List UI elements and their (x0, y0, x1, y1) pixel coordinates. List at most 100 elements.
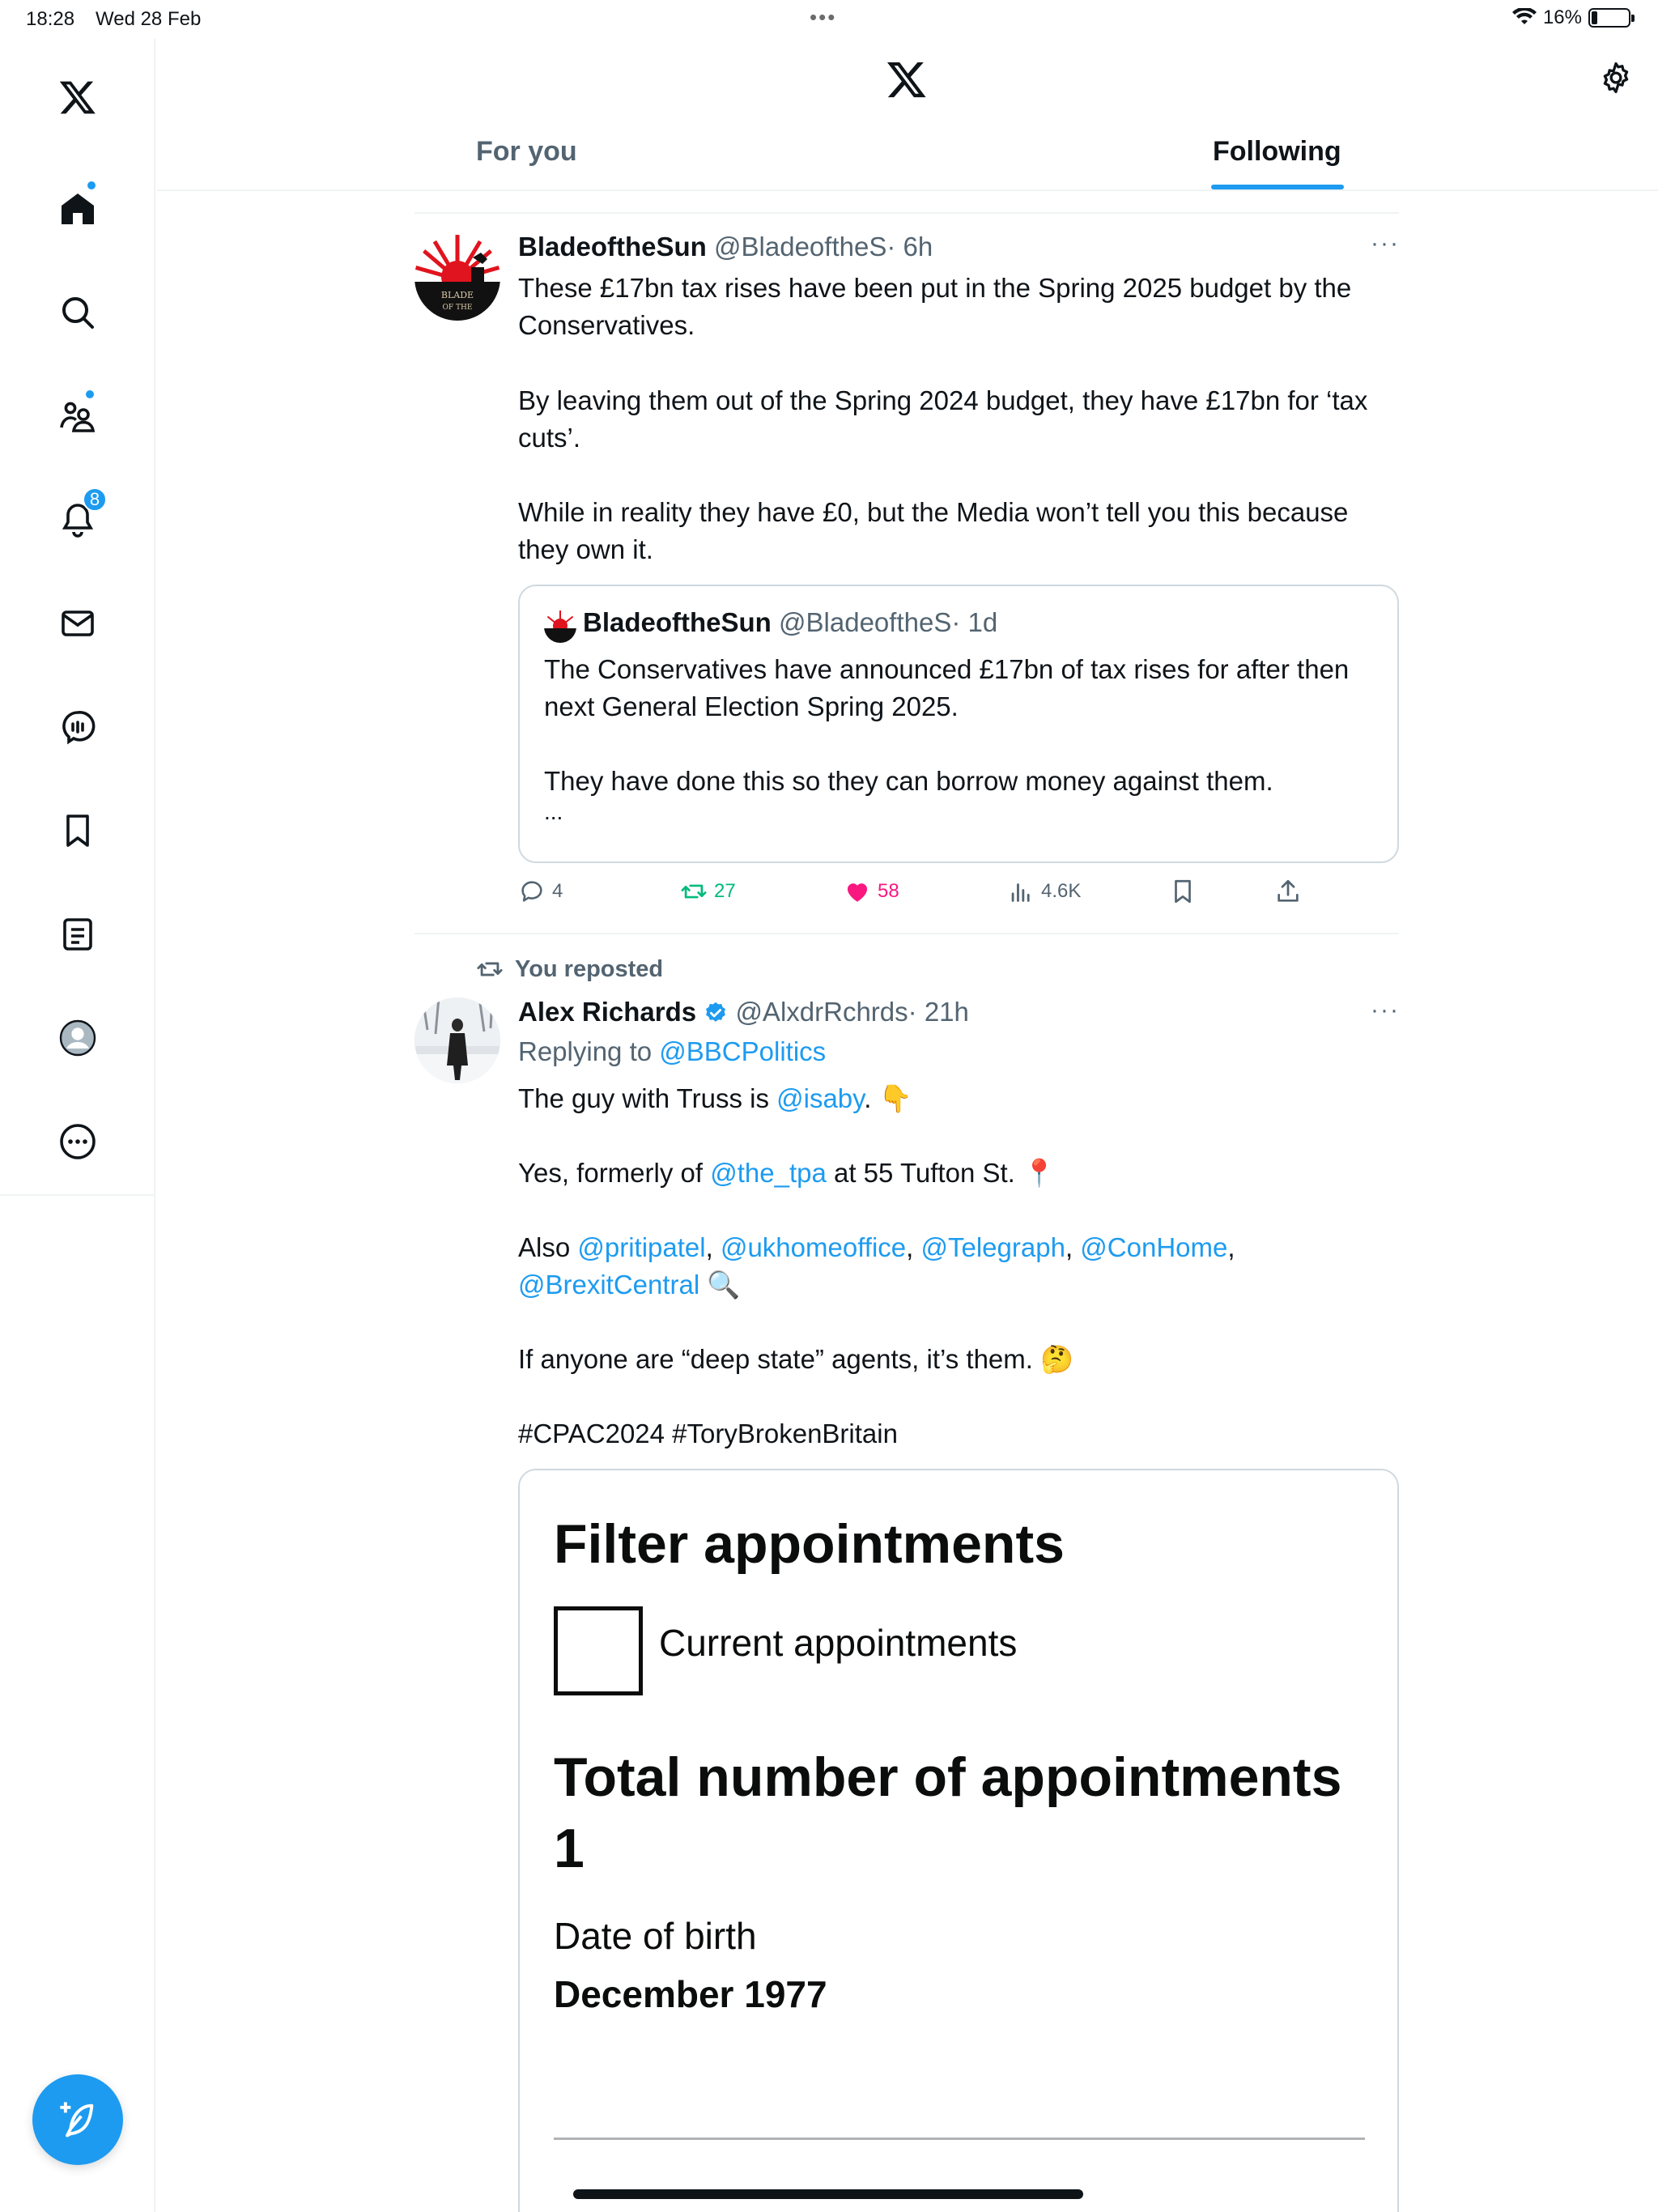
mention-link[interactable]: @Telegraph (920, 1232, 1065, 1262)
author-name[interactable]: BladeoftheSun (518, 232, 707, 262)
mention-link[interactable]: @BrexitCentral (518, 1270, 699, 1300)
home-indicator[interactable] (573, 2189, 1083, 2199)
timeline-header: For you Following (157, 39, 1658, 191)
tweet-text-line: cuts’. (518, 423, 581, 453)
nav-home[interactable] (39, 170, 117, 248)
views-chart-icon (1011, 883, 1030, 902)
like-button[interactable]: 58 (844, 878, 899, 905)
card-total-value: 1 (554, 1818, 585, 1879)
repost-context-icon (477, 962, 503, 976)
like-count: 58 (878, 880, 899, 902)
tweet-header: Alex Richards @AlxdrRchrds· 21h (518, 993, 969, 1031)
compose-button[interactable] (32, 2074, 123, 2165)
battery-fill (1592, 11, 1597, 24)
checkbox (554, 1606, 643, 1695)
repost-button[interactable]: 27 (680, 878, 736, 905)
image-card[interactable]: Filter appointments Current appointments… (518, 1469, 1399, 2212)
mention-link[interactable]: @the_tpa (710, 1158, 827, 1188)
author-name[interactable]: Alex Richards (518, 997, 696, 1027)
quoted-time: · 1d (951, 607, 998, 637)
communities-unread-dot (84, 389, 96, 400)
text-segment: The guy with Truss is (518, 1083, 777, 1113)
tweet-text-line: Conservatives. (518, 310, 695, 340)
battery-percent: 16% (1542, 6, 1582, 28)
verified-badge-icon (706, 1002, 726, 1022)
nav-spaces[interactable] (39, 688, 117, 766)
tweet-text-line: These £17bn tax rises have been put in t… (518, 273, 1352, 303)
repost-count: 27 (714, 880, 736, 902)
quoted-text-line: The Conservatives have announced £17bn o… (544, 654, 1350, 684)
tweet-text-line: they own it. (518, 534, 653, 564)
lists-icon (63, 918, 92, 951)
search-icon (62, 297, 94, 329)
home-unread-dot (86, 180, 97, 191)
replying-to: Replying to @BBCPolitics (518, 1033, 826, 1070)
mention-link[interactable]: @pritipatel (577, 1232, 705, 1262)
quoted-text-line: They have done this so they can borrow m… (544, 766, 1273, 796)
author-handle[interactable]: @AlxdrRchrds (735, 997, 908, 1027)
card-rule (554, 2138, 1365, 2140)
more-icon (60, 1124, 96, 1159)
nav-more[interactable] (39, 1103, 117, 1180)
reply-icon (521, 881, 542, 902)
share-button[interactable] (1274, 878, 1302, 905)
tweet-text-line: While in reality they have £0, but the M… (518, 497, 1349, 527)
text-segment: 🔍 (699, 1270, 741, 1300)
more-options-icon[interactable]: ··· (1371, 230, 1400, 257)
bookmark-button[interactable] (1169, 878, 1197, 905)
nav-separator (0, 1194, 155, 1196)
nav-search[interactable] (39, 274, 117, 351)
nav-profile[interactable] (39, 999, 117, 1077)
spaces-icon (62, 711, 96, 745)
tweet-time[interactable]: · 21h (908, 997, 969, 1027)
quoted-author-handle: @BladeoftheS (779, 607, 952, 637)
nav-bookmarks[interactable] (39, 792, 117, 870)
mention-link[interactable]: @ConHome (1080, 1232, 1227, 1262)
tweet-text-line: Also @pritipatel, @ukhomeoffice, @Telegr… (518, 1232, 1235, 1262)
wifi-icon (1511, 8, 1537, 24)
tab-following[interactable]: Following (1213, 136, 1341, 168)
feed-divider (414, 212, 1399, 214)
status-date: Wed 28 Feb (96, 8, 202, 30)
replying-to-mention[interactable]: @BBCPolitics (659, 1036, 826, 1066)
text-segment: Also (518, 1232, 578, 1262)
author-handle[interactable]: @BladeoftheS (714, 232, 886, 262)
replying-to-prefix: Replying to (518, 1036, 660, 1066)
svg-text:OF THE: OF THE (443, 304, 473, 312)
quoted-tweet[interactable]: BladeoftheSun @BladeoftheS· 1d The Conse… (518, 585, 1399, 863)
views-button[interactable]: 4.6K (1007, 878, 1081, 905)
tab-for-you[interactable]: For you (476, 136, 577, 168)
x-logo-icon[interactable] (39, 58, 117, 136)
dob-value: December 1977 (554, 1973, 827, 2015)
profile-icon (59, 1019, 96, 1057)
avatar[interactable] (414, 998, 500, 1083)
view-count: 4.6K (1041, 880, 1082, 902)
quoted-author-name: BladeoftheSun (583, 607, 772, 637)
repost-icon (681, 884, 707, 899)
home-icon (62, 194, 94, 224)
more-options-icon[interactable]: ··· (1371, 997, 1400, 1024)
repost-context: You reposted (476, 955, 663, 983)
repost-context-label: You reposted (515, 955, 664, 982)
checkbox-label: Current appointments (659, 1622, 1018, 1664)
multitasking-dots-icon[interactable]: ••• (810, 5, 836, 30)
hashtags[interactable]: #CPAC2024 #ToryBrokenBritain (518, 1415, 898, 1453)
settings-gear-icon[interactable] (1598, 60, 1634, 100)
nav-lists[interactable] (39, 895, 117, 973)
tweet-text-line: By leaving them out of the Spring 2024 b… (518, 385, 1368, 415)
header-x-logo-icon (884, 58, 929, 104)
bookmark-icon (1175, 879, 1191, 904)
side-nav: 8 (0, 39, 155, 2212)
reply-button[interactable]: 4 (518, 878, 563, 905)
mention-link[interactable]: @isaby (776, 1083, 864, 1113)
heart-icon (847, 883, 868, 902)
nav-messages[interactable] (39, 585, 117, 662)
avatar[interactable]: BLADE OF THE (414, 235, 500, 321)
mention-link[interactable]: @ukhomeoffice (721, 1232, 906, 1262)
status-right: 16% (1511, 6, 1635, 29)
nav-communities[interactable] (39, 377, 117, 455)
bladeofthesun-avatar-image: BLADE OF THE (414, 235, 500, 321)
nav-notifications[interactable]: 8 (39, 481, 117, 559)
reply-count: 4 (552, 880, 563, 902)
tweet-time[interactable]: · 6h (886, 232, 933, 262)
